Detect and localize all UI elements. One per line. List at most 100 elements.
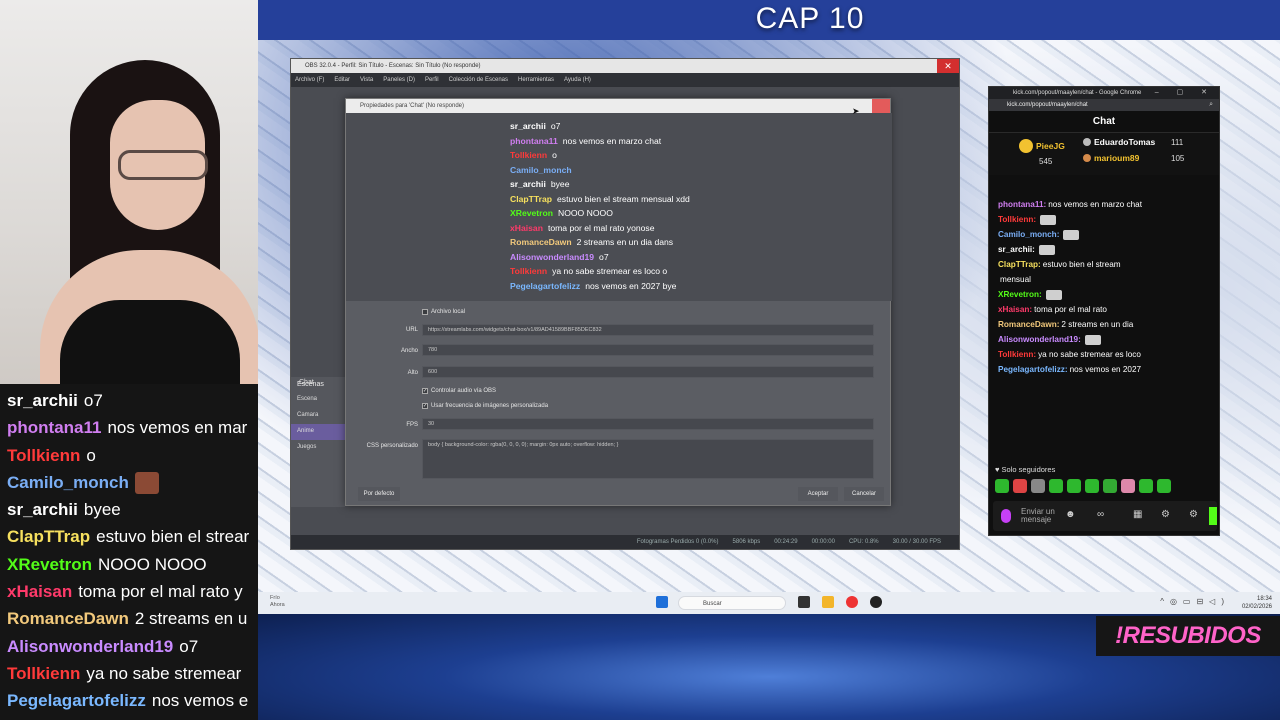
quick-emote-icon[interactable]	[1103, 479, 1117, 493]
leaderboard-second[interactable]: EduardoTomas	[1083, 137, 1155, 147]
kick-username[interactable]: ClapTTrap:	[998, 260, 1041, 269]
quick-emote-icon[interactable]	[1067, 479, 1081, 493]
chrome-icon[interactable]	[846, 596, 858, 608]
quick-emote-icon[interactable]	[995, 479, 1009, 493]
stream-chat-overlay: sr_archii o7 phontana11 nos vemos en mar Tol…	[0, 384, 258, 720]
chat-message: 2 streams en u	[134, 609, 248, 629]
local-file-checkbox[interactable]: Archivo local	[422, 309, 465, 315]
taskbar-search[interactable]: Buscar	[678, 596, 786, 610]
obs-menu-item[interactable]: Herramientas	[518, 77, 554, 83]
chrome-window[interactable]: kick.com/popout/maaylen/chat - Google Ch…	[988, 86, 1220, 536]
quick-emote-icon[interactable]	[1121, 479, 1135, 493]
send-icon[interactable]: ⚙	[1189, 509, 1198, 520]
leaderboard-third[interactable]: marioum89	[1083, 153, 1139, 163]
gear-icon[interactable]: ⚙	[1161, 509, 1170, 520]
audio-control-check-box[interactable]: ✓	[422, 388, 428, 394]
clock[interactable]: 18:34 02/02/2026	[1242, 595, 1272, 611]
chat-message: o	[86, 445, 96, 465]
source-chat-label[interactable]: Chat	[299, 379, 314, 386]
chat-username: xHaisan	[7, 582, 73, 602]
kick-username[interactable]: RomanceDawn:	[998, 320, 1059, 329]
preview-message: o	[552, 150, 557, 160]
emote-icon	[1045, 289, 1062, 300]
ok-button[interactable]: Aceptar	[798, 487, 838, 501]
quick-emote-icon[interactable]	[1013, 479, 1027, 493]
audio-control-checkbox[interactable]: ✓ Controlar audio vía OBS	[422, 388, 496, 394]
webcam-streamer-top	[60, 300, 240, 384]
obs-icon[interactable]	[870, 596, 882, 608]
terminal-icon[interactable]	[798, 596, 810, 608]
obs-close-button[interactable]: ✕	[937, 59, 959, 73]
obs-menu-item[interactable]: Perfil	[425, 77, 439, 83]
custom-css-field[interactable]: body { background-color: rgba(0, 0, 0, 0…	[422, 439, 874, 479]
kick-username[interactable]: Camilo_monch:	[998, 230, 1059, 239]
emoji-icon[interactable]: ☻	[1065, 509, 1076, 520]
properties-dialog[interactable]: Propiedades para 'Chat' (No responde) sr…	[345, 98, 892, 506]
obs-menu-item[interactable]: Editar	[334, 77, 350, 83]
leaderboard-first[interactable]: PieeJG	[1019, 139, 1065, 153]
preview-message: byee	[550, 179, 570, 189]
obs-menu-item[interactable]: Vista	[360, 77, 373, 83]
quick-emote-icon[interactable]	[1139, 479, 1153, 493]
defaults-button[interactable]: Por defecto	[358, 487, 400, 501]
kick-username[interactable]: sr_archii:	[998, 245, 1035, 254]
custom-fps-checkbox[interactable]: ✓ Usar frecuencia de imágenes personaliz…	[422, 403, 548, 409]
scene-item[interactable]: Anime	[291, 424, 345, 440]
obs-menu-item[interactable]: Ayuda (H)	[564, 77, 591, 83]
start-icon[interactable]	[656, 596, 668, 608]
cancel-button[interactable]: Cancelar	[844, 487, 884, 501]
quick-emote-icon[interactable]	[1085, 479, 1099, 493]
scene-item[interactable]: Escena	[291, 392, 345, 408]
system-tray-icons[interactable]: ^◎▭⊟◁)	[1160, 597, 1230, 606]
custom-fps-check-box[interactable]: ✓	[422, 403, 428, 409]
store-icon[interactable]: ▦	[1133, 509, 1142, 520]
kick-message: nos vemos en marzo chat	[1048, 200, 1142, 209]
kick-username[interactable]: Pegelagartofelizz:	[998, 365, 1068, 374]
height-field[interactable]: 600	[422, 366, 874, 378]
local-file-check-box[interactable]	[422, 309, 428, 315]
width-field[interactable]: 780	[422, 344, 874, 356]
obs-menu-item[interactable]: Paneles (D)	[383, 77, 415, 83]
send-indicator[interactable]	[1209, 507, 1217, 525]
kick-username[interactable]: Tollkienn:	[998, 350, 1036, 359]
chrome-title: kick.com/popout/maaylen/chat - Google Ch…	[1013, 90, 1142, 96]
url-field[interactable]: https://streamlabs.com/widgets/chat-box/…	[422, 324, 874, 336]
preview-message: toma por el mal rato yonose	[547, 222, 655, 233]
kick-chat-line: Tollkienn: ya no sabe stremear es loco	[998, 349, 1221, 360]
obs-menu-item[interactable]: Archivo (F)	[295, 77, 324, 83]
kick-chat-line: Alisonwonderland19:	[998, 334, 1221, 345]
width-label: Ancho	[400, 348, 418, 354]
obs-menu-item[interactable]: Colección de Escenas	[449, 77, 508, 83]
kick-username[interactable]: xHaisan:	[998, 305, 1032, 314]
quick-emote-icon[interactable]	[1049, 479, 1063, 493]
kick-username[interactable]: phontana11:	[998, 200, 1046, 209]
properties-close-button[interactable]	[872, 99, 890, 113]
chat-message: nos vemos e	[151, 691, 249, 711]
chat-username: Pegelagartofelizz	[7, 691, 146, 711]
leaderboard-second-count: 111	[1171, 138, 1184, 147]
scene-item[interactable]: Camara	[291, 408, 345, 424]
properties-titlebar[interactable]: Propiedades para 'Chat' (No responde)	[346, 99, 890, 113]
settings-chat-icon[interactable]: ∞	[1097, 509, 1104, 520]
preview-message: ya no sabe stremear es loco o	[552, 266, 668, 276]
scene-item[interactable]: Juegos	[291, 440, 345, 456]
window-controls-icon[interactable]: – ▢ ✕	[1155, 87, 1215, 99]
fps-field[interactable]: 30	[422, 418, 874, 430]
obs-titlebar[interactable]: OBS 32.0.4 - Perfil: Sin Título - Escena…	[291, 59, 959, 73]
chrome-titlebar[interactable]: kick.com/popout/maaylen/chat - Google Ch…	[989, 87, 1219, 99]
kick-username[interactable]: Alisonwonderland19:	[998, 335, 1081, 344]
address-bar[interactable]: kick.com/popout/maaylen/chat ⌕	[989, 99, 1219, 111]
file-explorer-icon[interactable]	[822, 596, 834, 608]
silver-badge-icon	[1083, 138, 1091, 146]
preview-chat-line: Pegelagartofelizz nos vemos en 2027 bye	[510, 281, 676, 291]
mic-icon[interactable]	[1001, 509, 1011, 523]
kick-username[interactable]: XRevetron:	[998, 290, 1042, 299]
kick-chat-line: Pegelagartofelizz: nos vemos en 2027	[998, 364, 1221, 375]
zoom-icon[interactable]: ⌕	[1209, 99, 1213, 111]
chat-input[interactable]: Enviar un mensaje ☻ ∞ ▦ ⚙ ⚙	[993, 501, 1217, 531]
kick-username[interactable]: Tollkienn:	[998, 215, 1036, 224]
weather-sublabel: Ahora	[270, 602, 285, 608]
quick-emote-icon[interactable]	[1157, 479, 1171, 493]
weather-widget[interactable]: Frío Ahora	[270, 595, 285, 609]
quick-emote-icon[interactable]	[1031, 479, 1045, 493]
